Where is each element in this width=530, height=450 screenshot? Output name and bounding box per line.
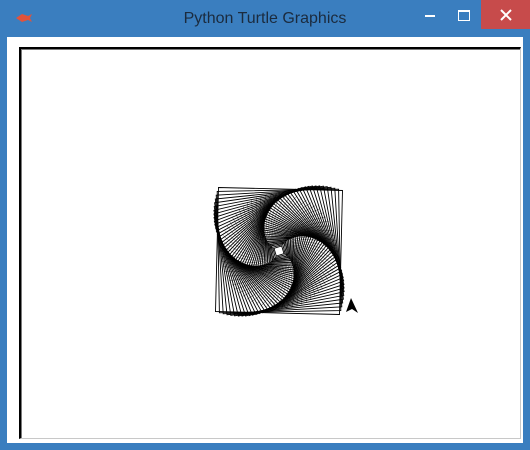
turtle-window: Python Turtle Graphics bbox=[0, 0, 530, 450]
minimize-button[interactable] bbox=[413, 0, 447, 30]
spiral-square bbox=[273, 245, 285, 257]
spiral-square bbox=[223, 195, 335, 307]
maximize-button[interactable] bbox=[447, 0, 481, 30]
spiral-square bbox=[214, 186, 344, 316]
spiral-square bbox=[217, 189, 341, 313]
spiral-square bbox=[219, 191, 339, 311]
spiral-square bbox=[213, 185, 345, 317]
title-bar[interactable]: Python Turtle Graphics bbox=[0, 0, 530, 38]
spiral-square-pattern bbox=[213, 185, 345, 317]
turtle-cursor-icon bbox=[346, 298, 358, 313]
maximize-icon bbox=[458, 9, 470, 21]
close-icon bbox=[499, 8, 512, 21]
spiral-lines bbox=[213, 185, 345, 317]
turtle-canvas[interactable] bbox=[19, 47, 521, 439]
close-button[interactable] bbox=[481, 0, 530, 29]
window-client-area bbox=[7, 37, 523, 443]
minimize-icon bbox=[425, 15, 435, 17]
